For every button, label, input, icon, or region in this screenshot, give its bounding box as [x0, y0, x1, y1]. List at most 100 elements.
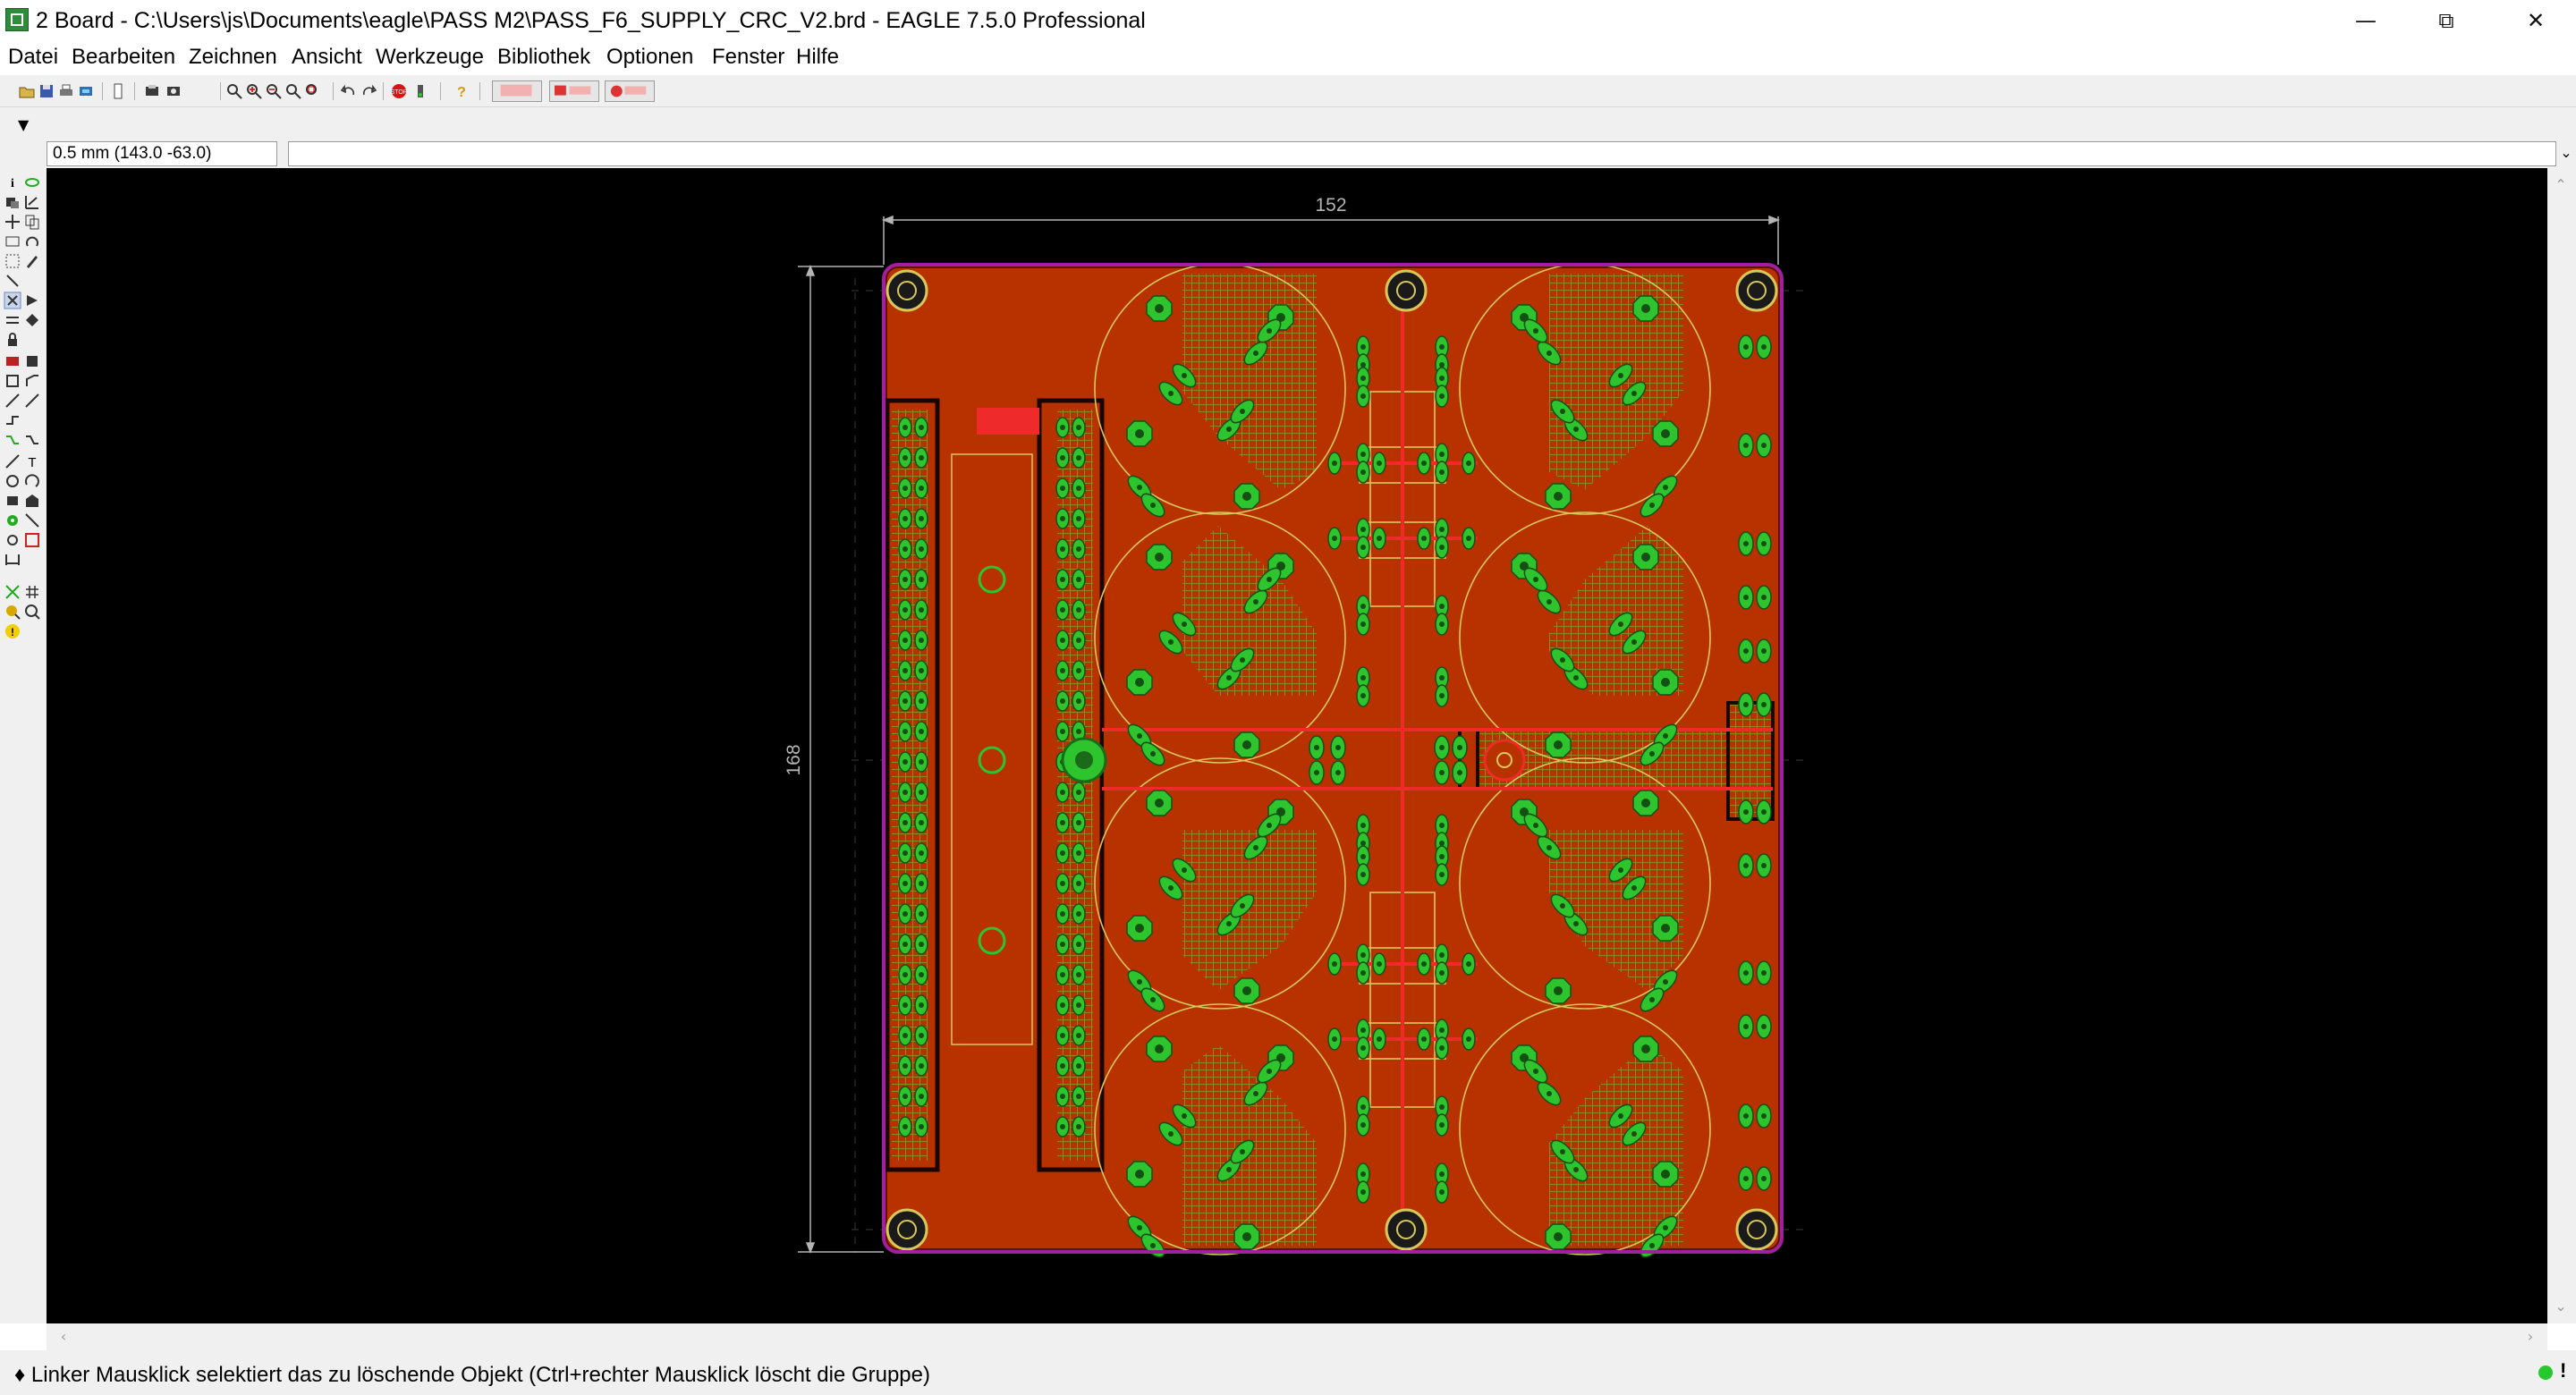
pad-hole — [1155, 1044, 1164, 1053]
pad-hole — [1439, 745, 1445, 750]
pad-hole — [919, 668, 924, 673]
display-icon[interactable] — [4, 193, 21, 211]
stop-icon[interactable]: STOP — [390, 82, 408, 100]
zoom-redraw-icon[interactable] — [284, 82, 302, 100]
ratsnest-icon[interactable] — [4, 583, 21, 601]
print-icon[interactable] — [57, 82, 75, 100]
mark-icon[interactable] — [23, 193, 41, 211]
pcb-quote-icon[interactable] — [549, 80, 599, 102]
menu-datei[interactable]: Datei — [8, 45, 58, 70]
text-icon[interactable]: T — [23, 452, 41, 470]
board-canvas[interactable]: 152 168 — [47, 168, 2547, 1323]
scroll-left-icon[interactable]: ‹ — [50, 1323, 77, 1350]
design-link-icon[interactable] — [492, 80, 542, 102]
undo-icon[interactable] — [340, 82, 358, 100]
add-icon[interactable] — [23, 292, 41, 309]
zoom-fit-icon[interactable] — [225, 82, 243, 100]
replace-icon[interactable] — [23, 311, 41, 329]
via-icon[interactable] — [4, 512, 21, 529]
help-icon[interactable]: ? — [453, 82, 470, 100]
lock-icon[interactable] — [4, 331, 21, 349]
erc-icon[interactable] — [23, 603, 41, 621]
script-icon[interactable] — [109, 82, 127, 100]
move-icon[interactable] — [4, 213, 21, 231]
hole-icon[interactable] — [4, 531, 21, 549]
ulp-icon[interactable] — [143, 82, 161, 100]
dimension-icon[interactable] — [4, 551, 21, 569]
go-icon[interactable] — [411, 82, 429, 100]
menu-bearbeiten[interactable]: Bearbeiten — [72, 45, 175, 70]
minimize-button[interactable]: — — [2326, 0, 2406, 41]
command-history-chevron-icon[interactable]: ⌄ — [2556, 141, 2576, 166]
optimize-icon[interactable] — [23, 392, 41, 410]
menu-fenster[interactable]: Fenster — [712, 45, 784, 70]
save-icon[interactable] — [38, 82, 55, 100]
menu-bibliothek[interactable]: Bibliothek — [497, 45, 590, 70]
pad-hole — [1360, 693, 1366, 698]
paste-icon[interactable] — [4, 272, 21, 290]
redo-icon[interactable] — [360, 82, 377, 100]
horizontal-scrollbar[interactable]: ‹ › — [47, 1323, 2547, 1350]
ulp-run-icon[interactable] — [165, 82, 182, 100]
ripup-all-icon[interactable] — [23, 431, 41, 449]
mirror-icon[interactable] — [4, 232, 21, 250]
errors-icon[interactable]: ! — [4, 622, 21, 640]
split-icon[interactable] — [4, 392, 21, 410]
auto-icon[interactable] — [23, 583, 41, 601]
circle-icon[interactable] — [4, 472, 21, 490]
rotate-icon[interactable] — [23, 232, 41, 250]
command-input[interactable] — [288, 141, 2556, 166]
zoom-select-icon[interactable] — [304, 82, 322, 100]
menu-optionen[interactable]: Optionen — [606, 45, 693, 70]
pad-hole — [919, 881, 924, 886]
dimension-height-label: 168 — [784, 744, 804, 775]
pad-hole — [1076, 1124, 1081, 1129]
pcb-layout[interactable]: 152 168 — [47, 168, 2547, 1323]
scroll-up-icon[interactable]: ⌃ — [2547, 172, 2574, 199]
miter-icon[interactable] — [23, 372, 41, 390]
pinswap-icon[interactable] — [4, 311, 21, 329]
pad-hole — [1421, 536, 1427, 541]
attribute-icon[interactable] — [23, 531, 41, 549]
cam-icon[interactable] — [77, 82, 95, 100]
zoom-in-icon[interactable] — [245, 82, 263, 100]
info-icon[interactable]: i — [4, 173, 21, 191]
open-icon[interactable] — [18, 82, 36, 100]
signal-icon[interactable] — [23, 512, 41, 529]
menu-zeichnen[interactable]: Zeichnen — [189, 45, 277, 70]
pad-hole — [1649, 503, 1655, 508]
vertical-scrollbar[interactable]: ⌃ ⌄ — [2547, 168, 2576, 1323]
rect-icon[interactable] — [4, 492, 21, 510]
pad-hole — [1060, 425, 1065, 430]
menu-hilfe[interactable]: Hilfe — [796, 45, 839, 70]
scroll-right-icon[interactable]: › — [2517, 1323, 2544, 1350]
zoom-out-icon[interactable] — [265, 82, 283, 100]
pad-hole — [1743, 1024, 1749, 1029]
wire-split-icon[interactable] — [4, 372, 21, 390]
ripup-icon[interactable] — [4, 431, 21, 449]
route-icon[interactable] — [4, 411, 21, 429]
polygon-icon[interactable] — [23, 492, 41, 510]
via-strip-2 — [978, 746, 1006, 774]
cut-icon[interactable] — [4, 352, 21, 370]
arc-icon[interactable] — [23, 472, 41, 490]
wire-icon[interactable] — [4, 452, 21, 470]
copy-icon[interactable] — [23, 213, 41, 231]
change-icon[interactable] — [23, 252, 41, 270]
drc-icon[interactable] — [4, 603, 21, 621]
close-button[interactable]: ✕ — [2496, 0, 2576, 41]
delete-icon[interactable] — [4, 292, 21, 309]
restore-button[interactable]: ⧉ — [2406, 0, 2487, 41]
pad-hole — [1466, 1036, 1471, 1042]
pad-hole — [1150, 997, 1156, 1002]
pad-hole — [1761, 595, 1767, 600]
paste2-icon[interactable] — [23, 352, 41, 370]
toolbar-dropdown-icon[interactable]: ▼ — [18, 116, 29, 133]
menu-ansicht[interactable]: Ansicht — [292, 45, 362, 70]
idf-export-icon[interactable] — [605, 80, 655, 102]
show-icon[interactable] — [23, 173, 41, 191]
menu-werkzeuge[interactable]: Werkzeuge — [376, 45, 484, 70]
scroll-down-icon[interactable]: ⌄ — [2547, 1293, 2574, 1320]
group-icon[interactable] — [4, 252, 21, 270]
pad-hole — [919, 942, 924, 947]
